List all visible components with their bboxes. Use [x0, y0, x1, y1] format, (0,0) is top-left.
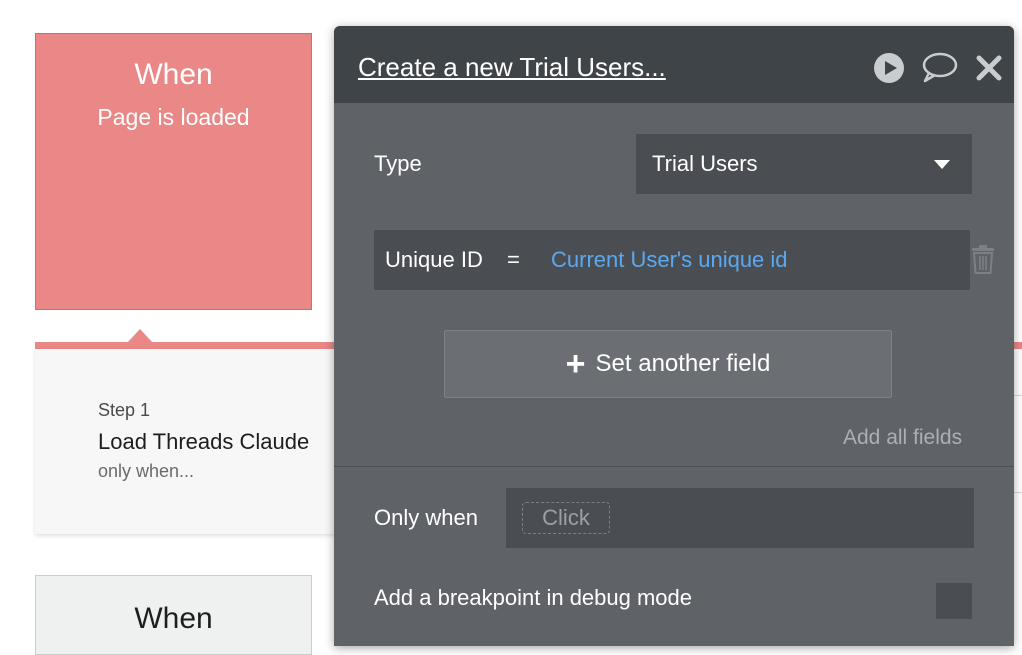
event-when-label: When — [134, 58, 213, 91]
type-dropdown[interactable]: Trial Users — [636, 134, 972, 194]
event-trigger-label: Page is loaded — [97, 104, 250, 130]
action-property-editor: Create a new Trial Users... Type Trial U… — [334, 26, 1014, 646]
breakpoint-checkbox[interactable] — [936, 583, 972, 619]
event-when-label: When — [134, 602, 213, 635]
step-condition: only when... — [98, 461, 195, 481]
field-assignment-row[interactable]: Unique ID = Current User's unique id — [374, 230, 970, 290]
comment-icon[interactable] — [919, 52, 959, 84]
field-name: Unique ID — [385, 247, 483, 272]
breakpoint-label: Add a breakpoint in debug mode — [374, 585, 693, 610]
add-all-fields-link[interactable]: Add all fields — [843, 426, 962, 450]
step-pointer-arrow — [127, 329, 153, 343]
event-card-second[interactable]: When — [35, 575, 312, 655]
type-label: Type — [374, 151, 422, 176]
click-placeholder[interactable]: Click — [522, 502, 610, 534]
step-card[interactable]: Step 1 Load Threads Claude only when... — [35, 349, 355, 534]
panel-header: Create a new Trial Users... — [334, 26, 1014, 103]
panel-divider — [334, 466, 1014, 467]
plus-icon: + — [565, 345, 586, 383]
event-card-page-loaded[interactable]: When Page is loaded — [35, 33, 312, 310]
set-another-field-button[interactable]: + Set another field — [444, 330, 892, 398]
panel-title[interactable]: Create a new Trial Users... — [358, 52, 666, 83]
trash-icon[interactable] — [970, 245, 996, 275]
canvas-next-step-edge — [1014, 395, 1022, 493]
chevron-down-icon — [934, 160, 950, 169]
step-title: Load Threads Claude — [98, 429, 310, 454]
step-number: Step 1 — [98, 400, 151, 420]
play-icon[interactable] — [872, 52, 906, 84]
type-dropdown-value: Trial Users — [652, 151, 758, 176]
field-dynamic-value[interactable]: Current User's unique id — [551, 247, 788, 273]
close-icon[interactable] — [972, 52, 1006, 84]
only-when-label: Only when — [374, 505, 478, 530]
set-another-field-label: Set another field — [595, 350, 771, 377]
field-operator: = — [507, 247, 520, 272]
only-when-expression-input[interactable]: Click — [506, 488, 974, 548]
